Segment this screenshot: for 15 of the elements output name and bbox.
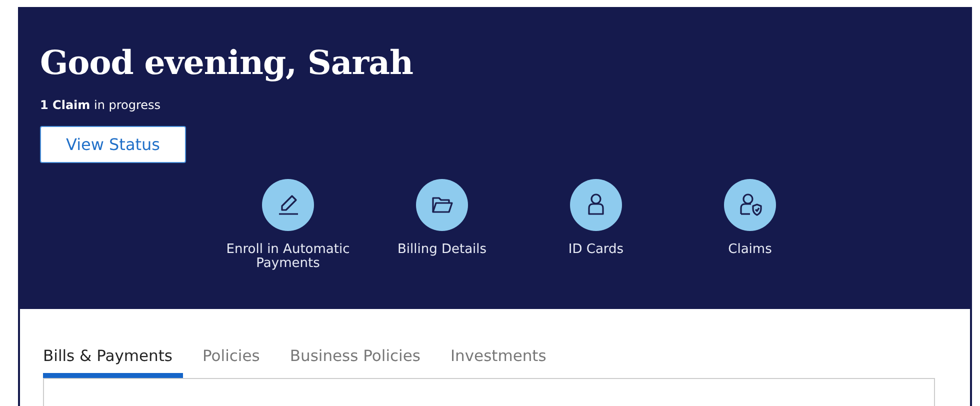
- quick-action-label[interactable]: Claims: [728, 243, 772, 257]
- quick-action-label[interactable]: Enroll in Automatic Payments: [218, 243, 358, 271]
- person-icon[interactable]: [570, 179, 622, 231]
- tab[interactable]: Policies: [202, 347, 270, 378]
- folder-icon[interactable]: [416, 179, 468, 231]
- view-status-button[interactable]: View Status: [40, 126, 186, 163]
- quick-action-label[interactable]: ID Cards: [568, 243, 624, 257]
- tab[interactable]: Investments: [450, 347, 556, 378]
- pencil-icon[interactable]: [262, 179, 314, 231]
- tab[interactable]: Bills & Payments: [43, 347, 183, 378]
- tab[interactable]: Business Policies: [290, 347, 430, 378]
- quick-action-label[interactable]: Billing Details: [397, 243, 487, 257]
- greeting-title: Good evening, Sarah: [40, 43, 414, 83]
- claim-status-text: 1 Claim in progress: [40, 97, 162, 113]
- person-shield-icon[interactable]: [724, 179, 776, 231]
